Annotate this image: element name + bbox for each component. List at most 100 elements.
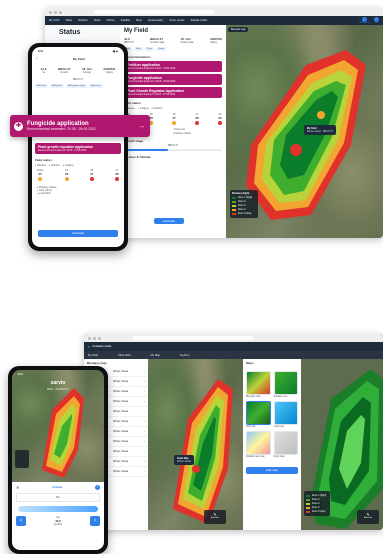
chip[interactable]: Add notes <box>88 84 103 88</box>
field-map[interactable]: Biomass map My Field Winter wheat · BBCH… <box>226 25 383 238</box>
browser-titlebar <box>84 334 383 342</box>
nav-item[interactable]: Satellite <box>121 19 130 22</box>
compare-map-left[interactable]: Drain Map Winter wheat ✎ Add note <box>148 359 243 530</box>
phone-field-status: Field status <box>35 158 52 162</box>
compare-legend: Zone 1 (high) Zone 2 Zone 3 Zone 4 Zone … <box>304 491 330 516</box>
nav-right: Notifications Me <box>359 17 379 24</box>
tab-disease[interactable]: ● Disease <box>35 164 46 167</box>
stat: 16. Oct Sowing date <box>180 37 194 44</box>
next-button[interactable]: › <box>90 516 100 526</box>
fungicide-callout[interactable]: ✚ Fungicide application Recommended trea… <box>10 115 150 137</box>
map-tile[interactable]: Drain map <box>273 431 298 458</box>
map-layer-select[interactable]: Biomass map <box>228 27 249 32</box>
field-stats: 44,6 BBCH 37 BBCH 37 Growth stage 16. Oct S… <box>124 37 222 44</box>
map-tile[interactable]: Satellite map <box>273 371 298 398</box>
list-item-label: Winter wheat <box>112 390 129 393</box>
window-minimize-dot[interactable] <box>93 336 96 340</box>
chip[interactable]: Note <box>133 47 143 51</box>
compare-map-right[interactable]: Zone 1 (high) Zone 2 Zone 3 Zone 4 Zone … <box>301 359 383 530</box>
nav-item[interactable]: Tasks <box>65 19 72 22</box>
profile-button[interactable]: Me <box>374 17 379 24</box>
nav-item[interactable]: Shop <box>136 19 142 22</box>
tab-lodging[interactable]: ● Lodging <box>63 164 74 167</box>
compare-field-c[interactable]: My Map <box>151 354 160 357</box>
list-item-label: Winter wheat <box>112 430 129 433</box>
add-task-button[interactable]: Add task <box>154 218 184 224</box>
nav-item[interactable]: Photos <box>107 19 115 22</box>
phone-map[interactable]: 9:41 xarvio DAY · ACTIVITY <box>12 370 104 482</box>
browser-titlebar <box>45 8 383 16</box>
nav-item[interactable]: Sustainability <box>148 19 163 22</box>
growth-stage-header: Growth stage <box>124 139 144 143</box>
address-bar[interactable] <box>94 10 214 14</box>
field-tooltip[interactable]: My Field Winter wheat · BBCH 37 <box>304 125 337 135</box>
map-tile[interactable]: Biomass map <box>246 371 271 398</box>
qty-slider[interactable] <box>18 506 98 512</box>
list-item-label: Winter wheat <box>112 380 129 383</box>
chip[interactable]: Add photo <box>49 84 64 88</box>
window-close-dot[interactable] <box>49 10 52 14</box>
compare-field-b[interactable]: Other Field <box>118 354 131 357</box>
sheet-header: ✕ Compare ? <box>12 482 104 493</box>
chip[interactable]: Add growth stage <box>65 84 87 88</box>
map-tool-button[interactable]: ✎ Add note <box>357 510 379 524</box>
chevron-right-icon: › <box>144 470 145 473</box>
close-icon[interactable]: ✕ <box>16 485 19 490</box>
nav-item[interactable]: Satellite Fields <box>190 19 207 22</box>
compare-field-d[interactable]: Anytime <box>180 354 189 357</box>
min-field[interactable]: Min <box>16 493 100 502</box>
chevron-right-icon: › <box>144 370 145 373</box>
weather-header: Weather & Climate <box>124 155 151 159</box>
nav-item[interactable]: Weather <box>78 19 88 22</box>
compare-subheader: My Field Other Field My Map Anytime <box>84 351 383 359</box>
window-maximize-dot[interactable] <box>98 336 101 340</box>
add-map-button[interactable]: Add map <box>246 467 298 474</box>
map-tool-button[interactable]: ✎ Add note <box>204 510 226 524</box>
arrow-right-icon[interactable]: → <box>138 123 150 130</box>
recommendation-card[interactable]: Fungicide application Recommended treatm… <box>124 74 222 85</box>
phone-header: ‹ My Field <box>32 53 124 65</box>
chevron-right-icon: › <box>144 450 145 453</box>
compare-header: ◐ Compare mode <box>84 342 383 351</box>
chip[interactable]: Add note <box>35 84 48 88</box>
help-icon[interactable]: ? <box>94 485 100 490</box>
chip[interactable]: Photo <box>144 47 155 51</box>
list-item-label: Winter wheat <box>112 460 129 463</box>
nav-brand[interactable]: My Field <box>49 19 59 22</box>
growth-stage-bar <box>124 149 222 151</box>
tab-nutrition[interactable]: ● Nutrition <box>49 164 60 167</box>
recommendation-card[interactable]: Fertilizer application Recommended treat… <box>124 61 222 72</box>
phone-forecast: Today 25 25 26 26 27 27 28 <box>32 167 124 184</box>
window-maximize-dot[interactable] <box>59 10 62 14</box>
compare-title: Compare mode <box>92 345 112 348</box>
compare-field-a[interactable]: My Field <box>88 354 98 357</box>
chip[interactable]: Stage <box>156 47 166 51</box>
window-close-dot[interactable] <box>88 336 91 340</box>
list-item-label: Winter wheat <box>112 420 129 423</box>
compare-link[interactable]: Compare <box>52 486 62 489</box>
window-minimize-dot[interactable] <box>54 10 57 14</box>
tab-lodging[interactable]: ● Lodging <box>138 107 149 110</box>
stat: ADE55O Variety <box>209 37 222 44</box>
maps-selector-panel: Maps Biomass map Satellite map Soil map … <box>243 359 301 530</box>
recommendation-card[interactable]: Plant Growth Regulator Application Recom… <box>124 87 222 98</box>
phone-chips: Add note Add photo Add growth stage Add … <box>32 81 124 91</box>
list-item-label: Winter wheat <box>112 470 129 473</box>
phone-recommendation-card[interactable]: Plant growth regulator application Recom… <box>35 143 121 154</box>
prev-button[interactable]: ‹ <box>16 516 26 526</box>
list-item-label: Winter wheat <box>112 410 129 413</box>
map-tile[interactable]: Variable rate map <box>246 431 271 458</box>
drain-popup[interactable]: Drain Map Winter wheat <box>174 455 194 465</box>
address-bar[interactable] <box>133 336 253 340</box>
status-title: Status <box>59 29 81 36</box>
map-tile[interactable]: Soil map <box>246 401 271 428</box>
map-tile[interactable]: Yield map <box>273 401 298 428</box>
phone-add-task-button[interactable]: Add task <box>38 230 118 237</box>
forecast-day: 28 29 <box>217 113 222 126</box>
tab-nutrition[interactable]: ● Nutrition <box>151 107 162 110</box>
nav-item[interactable]: Notes <box>94 19 101 22</box>
bottom-phone: 9:41 xarvio DAY · ACTIVITY ✕ Compare ? M… <box>8 366 108 554</box>
nav-item[interactable]: Smart scouts <box>169 19 184 22</box>
bottom-desktop-window: ◐ Compare mode My Field Other Field My M… <box>84 334 383 530</box>
notifications-button[interactable]: Notifications <box>359 17 370 24</box>
